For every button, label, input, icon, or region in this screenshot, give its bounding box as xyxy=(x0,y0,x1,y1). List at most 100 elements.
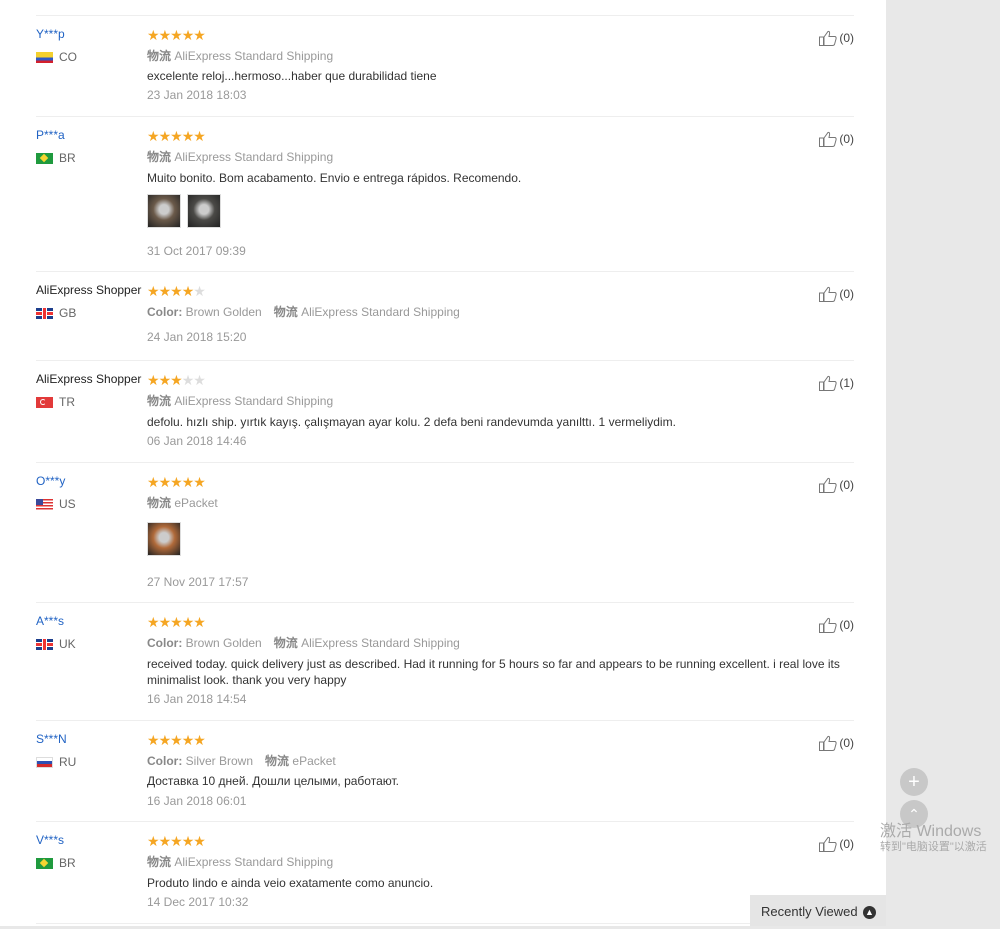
attribute-key: 物流 xyxy=(147,49,172,63)
review-text: Доставка 10 дней. Дошли целыми, работают… xyxy=(147,774,399,788)
order-attributes: 物流 ePacket xyxy=(147,494,230,511)
review-date: 16 Jan 2018 06:01 xyxy=(147,794,247,808)
reviewer-name[interactable]: Y***p xyxy=(36,27,65,41)
thumbs-up-icon xyxy=(819,30,837,46)
attribute-key: 物流 xyxy=(147,150,172,164)
attribute-value: Brown Golden xyxy=(185,636,262,650)
reviewer-country: CO xyxy=(36,50,77,64)
add-icon[interactable]: + xyxy=(900,768,928,796)
review-item: V***s BR ★★★★★ 物流 AliExpress Standard Shipp… xyxy=(36,822,854,924)
review-item: P***a BR ★★★★★ 物流 AliExpress Standard Shipp… xyxy=(36,117,854,272)
star-rating: ★★★★★ xyxy=(147,27,206,43)
attribute-value: AliExpress Standard Shipping xyxy=(174,150,334,164)
thumbs-up-icon xyxy=(819,735,837,751)
helpful-count: (0) xyxy=(839,287,854,301)
attribute-key: Color: xyxy=(147,305,183,319)
review-text: excelente reloj...hermoso...haber que du… xyxy=(147,69,437,83)
country-flag-icon xyxy=(36,152,53,164)
reviewer-country: US xyxy=(36,497,76,511)
country-flag-icon xyxy=(36,396,53,408)
review-text: received today. quick delivery just as d… xyxy=(147,657,840,687)
review-photo[interactable] xyxy=(147,522,181,556)
review-item: S***N RU ★★★★★ Color: Silver Brown 物流 ePacke… xyxy=(36,721,854,822)
reviewer-name[interactable]: O***y xyxy=(36,474,65,488)
attribute-value: Silver Brown xyxy=(185,754,254,768)
reviewer-country: RU xyxy=(36,755,76,769)
attribute-value: AliExpress Standard Shipping xyxy=(174,49,334,63)
order-attributes: 物流 AliExpress Standard Shipping xyxy=(147,392,345,409)
helpful-button[interactable]: (0) xyxy=(819,286,854,302)
review-item: AliExpress Shopper TR ★★★★★ 物流 AliExpress S… xyxy=(36,361,854,463)
review-date: 24 Jan 2018 15:20 xyxy=(147,330,247,344)
reviewer-country: TR xyxy=(36,395,75,409)
attribute-key: 物流 xyxy=(147,855,172,869)
order-attributes: 物流 AliExpress Standard Shipping xyxy=(147,148,345,165)
country-code: GB xyxy=(59,306,77,320)
review-photos xyxy=(147,522,181,556)
helpful-count: (0) xyxy=(839,837,854,851)
review-photos xyxy=(147,194,221,228)
country-code: UK xyxy=(59,637,76,651)
review-date: 14 Dec 2017 10:32 xyxy=(147,895,249,909)
attribute-key: 物流 xyxy=(147,496,172,510)
order-attributes: 物流 AliExpress Standard Shipping xyxy=(147,853,345,870)
attribute-value: AliExpress Standard Shipping xyxy=(174,855,334,869)
review-photo[interactable] xyxy=(147,194,181,228)
thumbs-up-icon xyxy=(819,477,837,493)
attribute-value: ePacket xyxy=(174,496,218,510)
windows-activation-hint: 转到"电脑设置"以激活 xyxy=(880,841,987,853)
helpful-count: (1) xyxy=(839,376,854,390)
order-attributes: 物流 AliExpress Standard Shipping xyxy=(147,47,345,64)
reviewer-country: UK xyxy=(36,637,76,651)
thumbs-up-icon xyxy=(819,375,837,391)
helpful-button[interactable]: (1) xyxy=(819,375,854,391)
helpful-button[interactable]: (0) xyxy=(819,30,854,46)
review-item: AliExpress Shopper GB ★★★★★ Color: Brown Go… xyxy=(36,272,854,361)
helpful-button[interactable]: (0) xyxy=(819,477,854,493)
review-photo[interactable] xyxy=(187,194,221,228)
reviewer-name: AliExpress Shopper xyxy=(36,283,142,297)
reviewer-name[interactable]: V***s xyxy=(36,833,64,847)
reviewer-country: BR xyxy=(36,151,76,165)
attribute-value: AliExpress Standard Shipping xyxy=(301,305,460,319)
country-code: US xyxy=(59,497,76,511)
reviewer-name[interactable]: P***a xyxy=(36,128,65,142)
reviewer-name[interactable]: S***N xyxy=(36,732,67,746)
review-date: 06 Jan 2018 14:46 xyxy=(147,434,247,448)
review-date: 16 Jan 2018 14:54 xyxy=(147,692,247,706)
country-code: BR xyxy=(59,151,76,165)
star-rating: ★★★★★ xyxy=(147,128,206,144)
recently-viewed-button[interactable]: Recently Viewed ▲ xyxy=(750,895,886,926)
helpful-count: (0) xyxy=(839,618,854,632)
attribute-value: Brown Golden xyxy=(185,305,262,319)
attribute-key: 物流 xyxy=(265,754,290,768)
order-attributes: Color: Brown Golden 物流 AliExpress Standar… xyxy=(147,634,472,651)
attribute-value: ePacket xyxy=(292,754,336,768)
reviewer-country: BR xyxy=(36,856,76,870)
review-text: Muito bonito. Bom acabamento. Envio e en… xyxy=(147,171,522,185)
country-code: TR xyxy=(59,395,75,409)
country-flag-icon xyxy=(36,307,53,319)
review-text: Produto lindo e ainda veio exatamente co… xyxy=(147,876,434,890)
helpful-button[interactable]: (0) xyxy=(819,836,854,852)
chevron-up-icon: ▲ xyxy=(863,906,876,919)
review-date: 31 Oct 2017 09:39 xyxy=(147,244,246,258)
order-attributes: Color: Brown Golden 物流 AliExpress Standar… xyxy=(147,303,472,320)
helpful-button[interactable]: (0) xyxy=(819,131,854,147)
thumbs-up-icon xyxy=(819,617,837,633)
reviews-panel: Y***p CO ★★★★★ 物流 AliExpress Standard Shipp… xyxy=(0,0,886,926)
helpful-button[interactable]: (0) xyxy=(819,735,854,751)
country-code: RU xyxy=(59,755,77,769)
reviewer-name[interactable]: A***s xyxy=(36,614,64,628)
attribute-key: 物流 xyxy=(273,636,298,650)
review-item: Y***p CO ★★★★★ 物流 AliExpress Standard Shipp… xyxy=(36,16,854,117)
country-flag-icon xyxy=(36,51,53,63)
thumbs-up-icon xyxy=(819,131,837,147)
helpful-count: (0) xyxy=(839,478,854,492)
helpful-button[interactable]: (0) xyxy=(819,617,854,633)
country-code: BR xyxy=(59,856,76,870)
country-flag-icon xyxy=(36,498,53,510)
star-rating: ★★★★★ xyxy=(147,833,206,849)
order-attributes: Color: Silver Brown 物流 ePacket xyxy=(147,752,348,769)
helpful-count: (0) xyxy=(839,736,854,750)
